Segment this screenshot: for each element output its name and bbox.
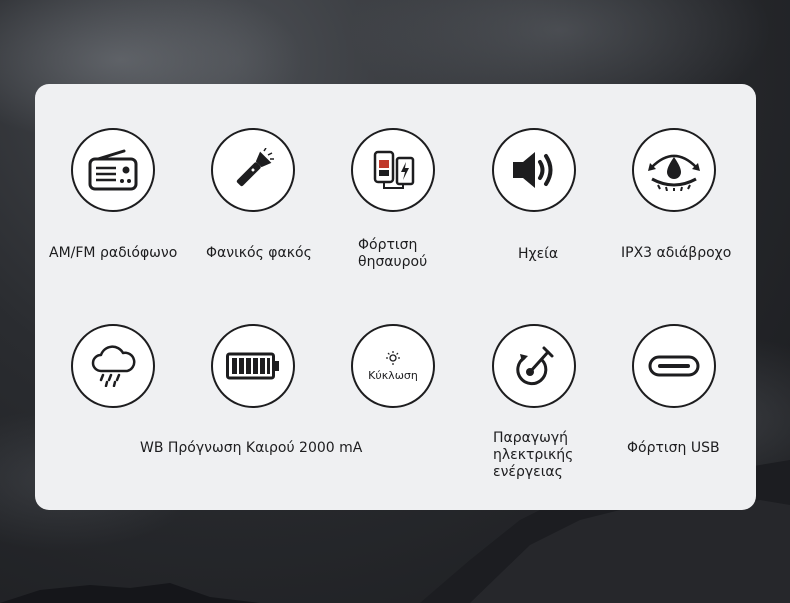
label-flashlight: Φανικός φακός	[206, 245, 312, 261]
label-power-bank-charging: Φόρτιση θησαυρού	[358, 237, 428, 270]
hand-crank-icon	[492, 324, 576, 408]
speaker-icon	[492, 128, 576, 212]
battery-icon	[211, 324, 295, 408]
cycle-label: Κύκλωση	[368, 368, 418, 382]
usb-c-icon	[632, 324, 716, 408]
flashlight-icon	[211, 128, 295, 212]
label-ipx3-waterproof: IPX3 αδιάβροχο	[621, 245, 732, 261]
feature-card: AM/FM ραδιόφωνο Φανικός φακός Φόρτιση θη…	[35, 84, 756, 510]
label-weather-battery: WB Πρόγνωση Καιρού 2000 mA	[140, 440, 363, 456]
power-bank-icon	[351, 128, 435, 212]
radio-icon	[71, 128, 155, 212]
label-speaker: Ηχεία	[518, 246, 559, 262]
sun-icon: Κύκλωση	[351, 324, 435, 408]
waterproof-icon	[632, 128, 716, 212]
label-am-fm-radio: AM/FM ραδιόφωνο	[49, 245, 178, 261]
label-power-generation: Παραγωγή ηλεκτρικής ενέργειας	[493, 430, 574, 480]
sun-glyph	[386, 350, 400, 365]
cloud-rain-icon	[71, 324, 155, 408]
label-usb-charging: Φόρτιση USB	[627, 440, 720, 456]
